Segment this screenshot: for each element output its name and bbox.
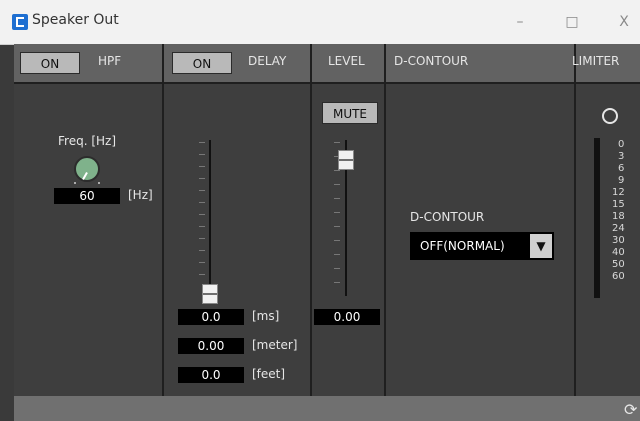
delay-ms-value[interactable]: 0.0	[178, 309, 244, 325]
hpf-title: HPF	[98, 54, 122, 68]
limiter-scale-label: 12	[612, 187, 625, 198]
delay-title: DELAY	[248, 54, 287, 68]
limiter-scale-label: 3	[618, 151, 625, 162]
delay-fader-handle[interactable]	[202, 284, 218, 304]
freq-value[interactable]: 60	[54, 188, 120, 204]
delay-header: ON DELAY	[164, 44, 310, 82]
limiter-scale-label: 15	[612, 199, 625, 210]
limiter-led-icon	[602, 108, 618, 124]
title-bar: Speaker Out – □ X	[0, 0, 640, 45]
dropdown-arrow-icon[interactable]: ▼	[530, 234, 552, 258]
tick	[334, 240, 340, 241]
tick	[334, 184, 340, 185]
tick	[334, 142, 340, 143]
delay-panel: ON DELAY 0.0 [ms] 0.00 [meter] 0.0 [feet…	[164, 44, 310, 396]
tick	[199, 274, 205, 275]
dcontour-header: D-CONTOUR	[386, 44, 574, 82]
dcontour-label: D-CONTOUR	[410, 210, 485, 224]
close-button[interactable]: X	[612, 10, 636, 34]
dcontour-panel: D-CONTOUR D-CONTOUR	[386, 44, 574, 396]
app-icon	[12, 14, 28, 30]
limiter-meter-bar	[594, 138, 600, 298]
mute-button[interactable]: MUTE	[322, 102, 378, 124]
limiter-scale-label: 30	[612, 235, 625, 246]
tick	[199, 262, 205, 263]
limiter-scale-label: 9	[618, 175, 625, 186]
speaker-out-window: Speaker Out – □ X ON HPF Freq. [Hz] 60 […	[0, 0, 640, 421]
delay-ms-unit: [ms]	[252, 309, 280, 323]
tick	[199, 238, 205, 239]
knob-min-dot	[74, 182, 76, 184]
tick	[334, 198, 340, 199]
delay-fader-track	[209, 140, 211, 296]
level-title: LEVEL	[328, 54, 365, 68]
level-value[interactable]: 0.00	[314, 309, 380, 325]
freq-knob[interactable]	[74, 156, 100, 182]
dcontour-title: D-CONTOUR	[394, 54, 469, 68]
window-title: Speaker Out	[32, 12, 119, 28]
delay-on-button[interactable]: ON	[172, 52, 232, 74]
hpf-panel: ON HPF Freq. [Hz] 60 [Hz]	[14, 44, 162, 396]
delay-feet-unit: [feet]	[252, 367, 286, 381]
limiter-header: LIMITER	[572, 44, 640, 82]
tick	[334, 170, 340, 171]
tick	[334, 282, 340, 283]
tick	[199, 202, 205, 203]
freq-label: Freq. [Hz]	[58, 134, 117, 148]
limiter-scale-label: 18	[612, 211, 625, 222]
header-divider	[14, 82, 640, 84]
limiter-panel: LIMITER	[572, 44, 640, 396]
level-panel: LEVEL MUTE 0.00	[312, 44, 384, 396]
limiter-scale-label: 50	[612, 259, 625, 270]
tick	[199, 166, 205, 167]
minimize-button[interactable]: –	[508, 10, 532, 34]
hpf-header: ON HPF	[14, 44, 162, 82]
limiter-title: LIMITER	[572, 54, 620, 68]
tick	[199, 154, 205, 155]
tick	[199, 226, 205, 227]
delay-meter-unit: [meter]	[252, 338, 298, 352]
limiter-scale-label: 0	[618, 139, 625, 150]
tick	[199, 142, 205, 143]
dcontour-select[interactable]: OFF(NORMAL) ▼	[410, 232, 554, 260]
tick	[199, 214, 205, 215]
refresh-icon[interactable]: ⟳	[624, 400, 637, 419]
limiter-scale-label: 24	[612, 223, 625, 234]
tick	[334, 268, 340, 269]
freq-unit: [Hz]	[128, 188, 153, 202]
tick	[199, 178, 205, 179]
maximize-button[interactable]: □	[560, 10, 584, 34]
tick	[334, 212, 340, 213]
level-fader-handle[interactable]	[338, 150, 354, 170]
tick	[199, 190, 205, 191]
footer-bar	[14, 396, 640, 421]
hpf-on-button[interactable]: ON	[20, 52, 80, 74]
limiter-scale-label: 60	[612, 271, 625, 282]
dcontour-selected-value: OFF(NORMAL)	[420, 239, 505, 253]
limiter-scale-label: 6	[618, 163, 625, 174]
tick	[334, 226, 340, 227]
level-header: LEVEL	[312, 44, 384, 82]
knob-max-dot	[98, 182, 100, 184]
delay-feet-value[interactable]: 0.0	[178, 367, 244, 383]
limiter-scale-label: 40	[612, 247, 625, 258]
delay-meter-value[interactable]: 0.00	[178, 338, 244, 354]
tick	[199, 250, 205, 251]
tick	[334, 254, 340, 255]
